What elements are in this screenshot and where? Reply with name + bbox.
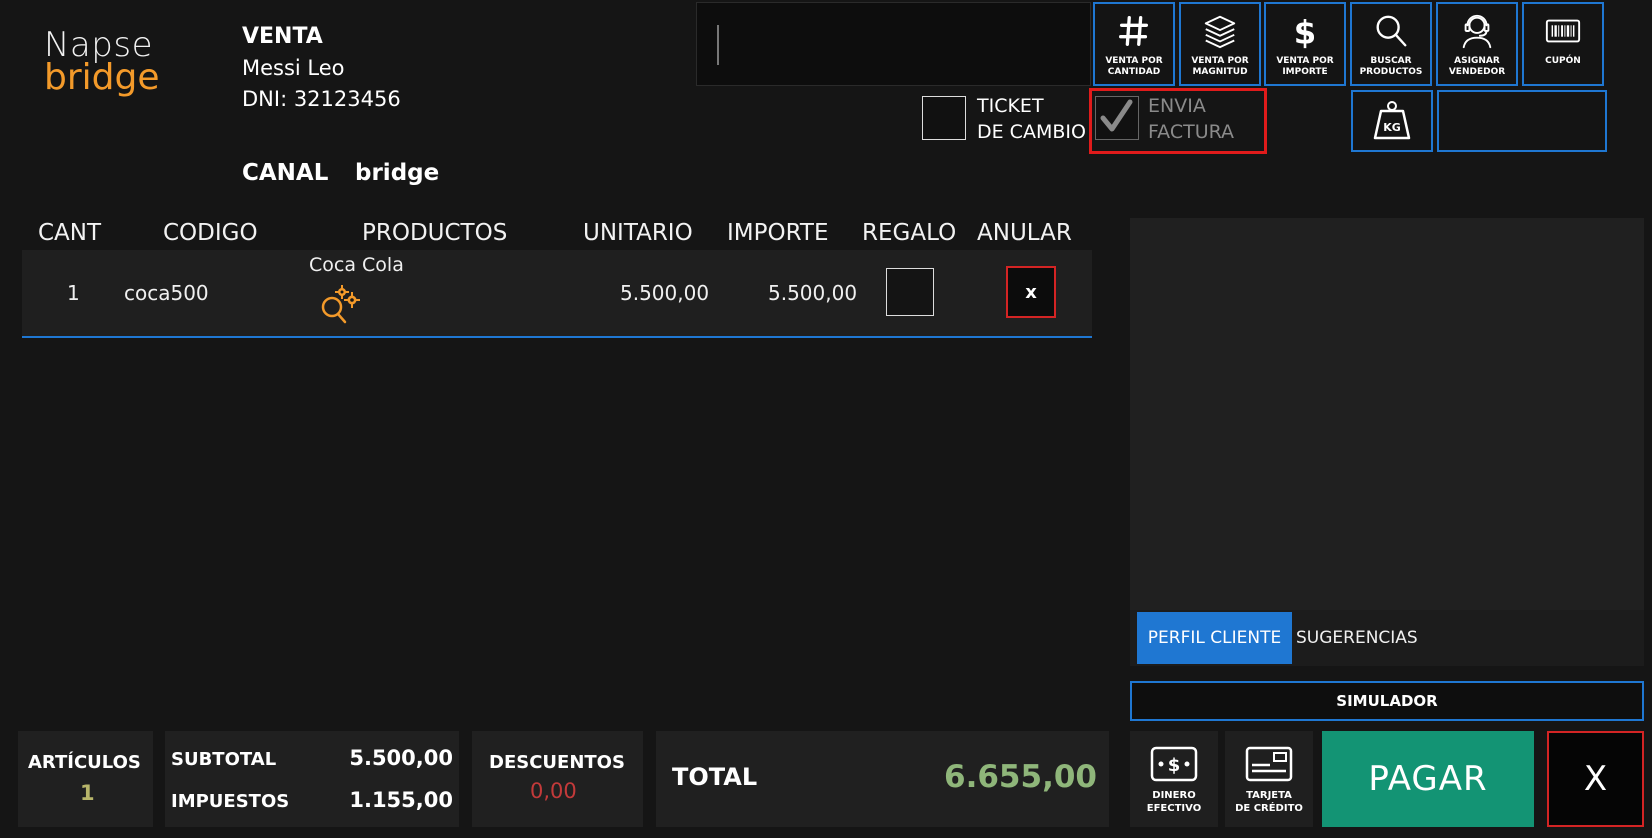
row-unitario: 5.500,00 bbox=[620, 281, 710, 305]
search-gear-icon[interactable] bbox=[318, 283, 362, 325]
header-anular: ANULAR bbox=[977, 220, 1072, 246]
articulos-value: 1 bbox=[80, 781, 95, 805]
row-producto: Coca Cola bbox=[309, 254, 404, 276]
toolbar-label: BUSCAR PRODUCTOS bbox=[1359, 56, 1423, 77]
ticket-cambio-checkbox[interactable] bbox=[922, 96, 966, 140]
customer-profile-panel bbox=[1130, 218, 1644, 610]
subtotal-value: 5.500,00 bbox=[349, 746, 453, 770]
toolbar-label: VENTA POR MAGNITUD bbox=[1191, 56, 1249, 77]
dinero-efectivo-button[interactable]: $ DINERO EFECTIVO bbox=[1130, 731, 1218, 827]
dollar-icon: $ bbox=[1294, 13, 1316, 50]
header-cant: CANT bbox=[38, 220, 102, 246]
regalo-checkbox[interactable] bbox=[886, 268, 934, 316]
dinero-efectivo-label: DINERO EFECTIVO bbox=[1146, 790, 1202, 814]
total-value: 6.655,00 bbox=[944, 759, 1097, 795]
envia-factura-checkbox[interactable] bbox=[1095, 96, 1139, 140]
total-label: TOTAL bbox=[672, 763, 758, 791]
venta-por-magnitud-button[interactable]: VENTA POR MAGNITUD bbox=[1179, 2, 1261, 86]
product-search-box bbox=[696, 2, 1091, 86]
row-importe: 5.500,00 bbox=[768, 281, 858, 305]
articulos-label: ARTÍCULOS bbox=[28, 752, 141, 773]
simulador-button[interactable]: SIMULADOR bbox=[1130, 681, 1644, 721]
close-sale-button[interactable]: X bbox=[1547, 731, 1644, 827]
toolbar-label: ASIGNAR VENDEDOR bbox=[1448, 56, 1506, 77]
header-codigo: CODIGO bbox=[163, 220, 258, 246]
product-search-input[interactable] bbox=[717, 25, 1079, 65]
svg-text:$: $ bbox=[1168, 755, 1181, 776]
articulos-box: ARTÍCULOS 1 bbox=[18, 731, 153, 827]
empty-action-button[interactable] bbox=[1437, 90, 1607, 152]
buscar-productos-button[interactable]: BUSCAR PRODUCTOS bbox=[1350, 2, 1432, 86]
cash-icon: $ bbox=[1150, 746, 1198, 782]
row-codigo: coca500 bbox=[124, 281, 209, 305]
subtotal-label: SUBTOTAL bbox=[171, 749, 277, 770]
cupon-button[interactable]: CUPÓN bbox=[1522, 2, 1604, 86]
logo-line-bridge: bridge bbox=[44, 57, 160, 98]
hash-icon bbox=[1119, 16, 1149, 46]
descuentos-box: DESCUENTOS 0,00 bbox=[472, 731, 643, 827]
canal-value: bridge bbox=[355, 160, 440, 186]
header-importe: IMPORTE bbox=[727, 220, 829, 246]
total-box: TOTAL 6.655,00 bbox=[656, 731, 1109, 827]
tab-perfil-cliente[interactable]: PERFIL CLIENTE bbox=[1137, 612, 1292, 664]
svg-text:$: $ bbox=[1294, 13, 1316, 50]
toolbar-label: CUPÓN bbox=[1545, 56, 1581, 66]
impuestos-value: 1.155,00 bbox=[349, 788, 453, 812]
venta-por-importe-button[interactable]: $ VENTA POR IMPORTE bbox=[1264, 2, 1346, 86]
napse-bridge-logo: Napse bridge bbox=[44, 28, 174, 96]
barcode-icon bbox=[1545, 19, 1581, 43]
header-unitario: UNITARIO bbox=[583, 220, 693, 246]
descuentos-value: 0,00 bbox=[530, 779, 577, 803]
pagar-button[interactable]: PAGAR bbox=[1322, 731, 1534, 827]
sale-title: VENTA bbox=[242, 24, 323, 49]
envia-factura-label: ENVIA FACTURA bbox=[1148, 95, 1235, 143]
venta-por-cantidad-button[interactable]: VENTA POR CANTIDAD bbox=[1093, 2, 1175, 86]
customer-name: Messi Leo bbox=[242, 56, 345, 80]
kg-weight-button[interactable]: KG bbox=[1351, 90, 1433, 152]
checkmark-icon bbox=[1100, 99, 1133, 132]
descuentos-label: DESCUENTOS bbox=[489, 752, 625, 773]
impuestos-label: IMPUESTOS bbox=[171, 791, 290, 812]
subtotal-box: SUBTOTAL 5.500,00 IMPUESTOS 1.155,00 bbox=[165, 731, 459, 827]
magnifier-icon bbox=[1376, 15, 1407, 47]
headset-agent-icon bbox=[1462, 14, 1492, 49]
tab-sugerencias[interactable]: SUGERENCIAS bbox=[1296, 612, 1446, 664]
tarjeta-credito-label: TARJETA DE CRÉDITO bbox=[1235, 790, 1303, 814]
layers-icon bbox=[1204, 15, 1236, 49]
anular-button[interactable]: x bbox=[1006, 266, 1056, 318]
kg-label: KG bbox=[1383, 121, 1401, 134]
asignar-vendedor-button[interactable]: ASIGNAR VENDEDOR bbox=[1436, 2, 1518, 86]
toolbar-label: VENTA POR CANTIDAD bbox=[1105, 56, 1163, 77]
header-regalo: REGALO bbox=[862, 220, 957, 246]
header-productos: PRODUCTOS bbox=[362, 220, 508, 246]
row-cant: 1 bbox=[67, 281, 80, 305]
weight-kg-icon: KG bbox=[1373, 101, 1411, 140]
ticket-cambio-label: TICKET DE CAMBIO bbox=[977, 95, 1086, 143]
credit-card-icon bbox=[1245, 746, 1293, 782]
toolbar-label: VENTA POR IMPORTE bbox=[1276, 56, 1334, 77]
tarjeta-credito-button[interactable]: TARJETA DE CRÉDITO bbox=[1225, 731, 1313, 827]
canal-label: CANAL bbox=[242, 160, 329, 186]
customer-dni: DNI: 32123456 bbox=[242, 87, 401, 111]
